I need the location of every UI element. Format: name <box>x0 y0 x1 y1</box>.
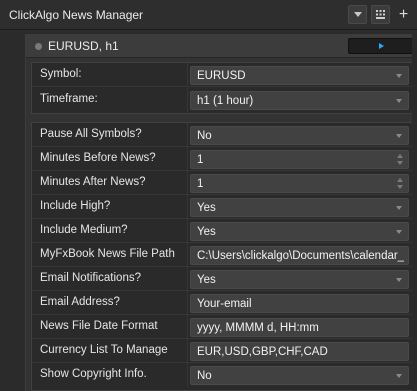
param-label: Pause All Symbols? <box>40 128 142 140</box>
param-row-currency-list: Currency List To Manage EUR,USD,GBP,CHF,… <box>32 339 412 363</box>
chevron-down-icon <box>396 206 402 210</box>
app-title: ClickAlgo News Manager <box>9 8 144 22</box>
param-label: Email Notifications? <box>40 272 141 284</box>
param-row-minutes-after: Minutes After News? 1 <box>32 171 412 195</box>
chevron-down-icon <box>396 74 402 78</box>
instances-dropdown-button[interactable] <box>348 5 367 24</box>
add-instance-button[interactable]: + <box>394 5 413 24</box>
param-row-minutes-before: Minutes Before News? 1 <box>32 147 412 171</box>
param-value: C:\Users\clickalgo\Documents\calendar_st… <box>197 250 404 262</box>
param-value: Your-email <box>197 298 252 310</box>
param-value: Yes <box>197 202 216 214</box>
param-row-date-format: News File Date Format yyyy, MMMM d, HH:m… <box>32 315 412 339</box>
parameters-group: Pause All Symbols? No Minutes Before New… <box>31 122 413 391</box>
spin-up-icon[interactable] <box>397 154 403 158</box>
spin-down-icon[interactable] <box>397 161 403 165</box>
title-bar: ClickAlgo News Manager + <box>0 0 417 30</box>
param-label: Minutes After News? <box>40 176 146 188</box>
symbol-group: Symbol: EURUSD Timeframe: h1 (1 hour) <box>31 62 413 114</box>
instance-panel: EURUSD, h1 Symbol: EURUSD Timeframe: h1 … <box>25 34 417 391</box>
chevron-down-icon <box>353 12 362 17</box>
param-label: MyFxBook News File Path <box>40 248 175 260</box>
instance-header[interactable]: EURUSD, h1 <box>26 34 417 58</box>
news-file-path-input[interactable]: C:\Users\clickalgo\Documents\calendar_st… <box>190 246 409 265</box>
param-value: yyyy, MMMM d, HH:mm <box>197 322 319 334</box>
param-row-timeframe: Timeframe: h1 (1 hour) <box>32 88 412 112</box>
include-medium-select[interactable]: Yes <box>190 222 409 241</box>
minutes-before-stepper[interactable]: 1 <box>190 150 409 169</box>
chevron-down-icon <box>396 99 402 103</box>
status-dot-icon <box>35 43 42 50</box>
param-row-pause-all: Pause All Symbols? No <box>32 123 412 147</box>
symbol-select[interactable]: EURUSD <box>190 66 409 85</box>
param-value: h1 (1 hour) <box>197 95 254 107</box>
start-button[interactable] <box>348 38 414 54</box>
chevron-down-icon <box>396 134 402 138</box>
currency-list-input[interactable]: EUR,USD,GBP,CHF,CAD <box>190 342 409 361</box>
param-value: EURUSD <box>197 70 246 82</box>
param-row-symbol: Symbol: EURUSD <box>32 63 412 87</box>
param-value: EUR,USD,GBP,CHF,CAD <box>197 346 328 358</box>
param-label: Include High? <box>40 200 111 212</box>
param-row-email-notifications: Email Notifications? Yes <box>32 267 412 291</box>
param-label: Currency List To Manage <box>40 344 168 356</box>
param-value: 1 <box>197 154 204 166</box>
timeframe-select[interactable]: h1 (1 hour) <box>190 91 409 110</box>
email-address-input[interactable]: Your-email <box>190 294 409 313</box>
pause-all-select[interactable]: No <box>190 126 409 145</box>
show-copyright-select[interactable]: No <box>190 366 409 385</box>
email-notifications-select[interactable]: Yes <box>190 270 409 289</box>
plus-icon: + <box>398 5 409 23</box>
include-high-select[interactable]: Yes <box>190 198 409 217</box>
param-row-include-medium: Include Medium? Yes <box>32 219 412 243</box>
param-label: News File Date Format <box>40 320 158 332</box>
param-label: Email Address? <box>40 296 120 308</box>
keyboard-button[interactable] <box>371 5 390 24</box>
param-value: No <box>197 370 212 382</box>
chevron-down-icon <box>396 374 402 378</box>
chevron-down-icon <box>396 230 402 234</box>
param-label: Minutes Before News? <box>40 152 156 164</box>
param-row-show-copyright: Show Copyright Info. No <box>32 363 412 387</box>
param-value: 1 <box>197 178 204 190</box>
vertical-scrollbar[interactable] <box>412 34 417 391</box>
param-row-email-address: Email Address? Your-email <box>32 291 412 315</box>
minutes-after-stepper[interactable]: 1 <box>190 174 409 193</box>
spin-up-icon[interactable] <box>397 178 403 182</box>
param-label: Symbol: <box>40 68 82 80</box>
chevron-down-icon <box>396 278 402 282</box>
param-label: Show Copyright Info. <box>40 368 147 380</box>
keyboard-icon <box>376 10 385 19</box>
param-label: Timeframe: <box>40 93 98 105</box>
param-value: Yes <box>197 274 216 286</box>
play-icon <box>378 43 384 49</box>
param-label: Include Medium? <box>40 224 128 236</box>
param-value: Yes <box>197 226 216 238</box>
param-value: No <box>197 130 212 142</box>
date-format-input[interactable]: yyyy, MMMM d, HH:mm <box>190 318 409 337</box>
param-row-news-file-path: MyFxBook News File Path C:\Users\clickal… <box>32 243 412 267</box>
spin-down-icon[interactable] <box>397 185 403 189</box>
param-row-include-high: Include High? Yes <box>32 195 412 219</box>
instance-title: EURUSD, h1 <box>48 39 119 53</box>
